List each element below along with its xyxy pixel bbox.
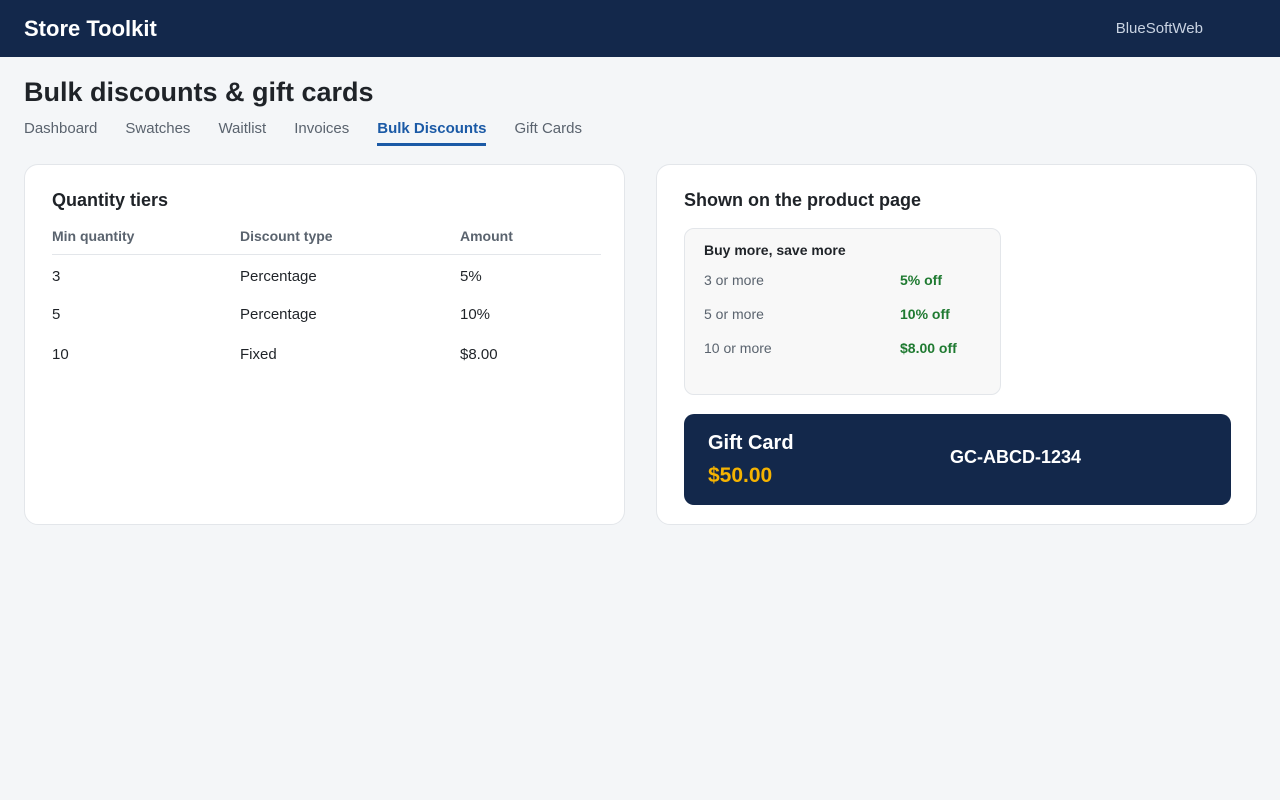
tiers-table: Min quantity Discount type Amount 3 Perc… [52, 228, 601, 375]
table-header-row: Min quantity Discount type Amount [52, 228, 601, 255]
tab-waitlist[interactable]: Waitlist [218, 120, 266, 146]
card-title: Shown on the product page [684, 190, 921, 210]
discount-type-cell: Percentage [240, 268, 317, 286]
tab-gift-cards[interactable]: Gift Cards [514, 120, 582, 146]
tab-dashboard[interactable]: Dashboard [24, 120, 97, 146]
list-item: 10 or more $8.00 off [704, 340, 984, 360]
gift-card-label: Gift Card [708, 432, 794, 454]
table-row: 3 Percentage 5% [52, 255, 601, 295]
tab-invoices[interactable]: Invoices [294, 120, 349, 146]
discount-type-cell: Percentage [240, 306, 317, 323]
tier-discount: 10% off [900, 306, 950, 322]
tier-quantity: 3 or more [704, 272, 764, 288]
tab-swatches[interactable]: Swatches [125, 120, 190, 146]
tab-bulk-discounts[interactable]: Bulk Discounts [377, 120, 487, 146]
tier-discount: $8.00 off [900, 340, 957, 356]
quantity-tiers-card: Quantity tiers Min quantity Discount typ… [24, 164, 625, 525]
column-header-min-quantity: Min quantity [52, 228, 240, 255]
tier-quantity: 10 or more [704, 340, 772, 356]
tier-quantity: 5 or more [704, 306, 764, 322]
amount-cell: $8.00 [460, 346, 498, 363]
bulk-discount-widget: Buy more, save more 3 or more 5% off 5 o… [684, 228, 1001, 395]
app-title: Store Toolkit [24, 15, 157, 41]
column-header-discount-type: Discount type [240, 228, 460, 255]
amount-cell: 10% [460, 306, 491, 323]
account-name[interactable]: BlueSoftWeb [1116, 20, 1203, 37]
column-header-amount: Amount [460, 228, 601, 255]
list-item: 3 or more 5% off [704, 272, 984, 292]
min-quantity-cell: 5 [52, 306, 61, 323]
top-bar: Store Toolkit BlueSoftWeb [0, 0, 1280, 57]
card-title: Quantity tiers [52, 190, 169, 210]
table-row: 10 Fixed $8.00 [52, 335, 601, 375]
discount-type-cell: Fixed [240, 346, 277, 363]
tier-discount: 5% off [900, 272, 942, 288]
list-item: 5 or more 10% off [704, 306, 984, 326]
table-row: 5 Percentage 10% [52, 295, 601, 335]
amount-cell: 5% [460, 268, 482, 286]
page-title: Bulk discounts & gift cards [24, 77, 374, 107]
min-quantity-cell: 3 [52, 268, 61, 286]
gift-card-amount: $50.00 [708, 464, 773, 487]
tab-bar: Dashboard Swatches Waitlist Invoices Bul… [24, 120, 582, 146]
gift-card-code: GC-ABCD-1234 [950, 447, 1082, 467]
gift-card-preview: Gift Card $50.00 GC-ABCD-1234 [684, 414, 1231, 505]
product-page-preview-card: Shown on the product page Buy more, save… [656, 164, 1257, 525]
widget-title: Buy more, save more [704, 242, 846, 258]
min-quantity-cell: 10 [52, 346, 69, 363]
